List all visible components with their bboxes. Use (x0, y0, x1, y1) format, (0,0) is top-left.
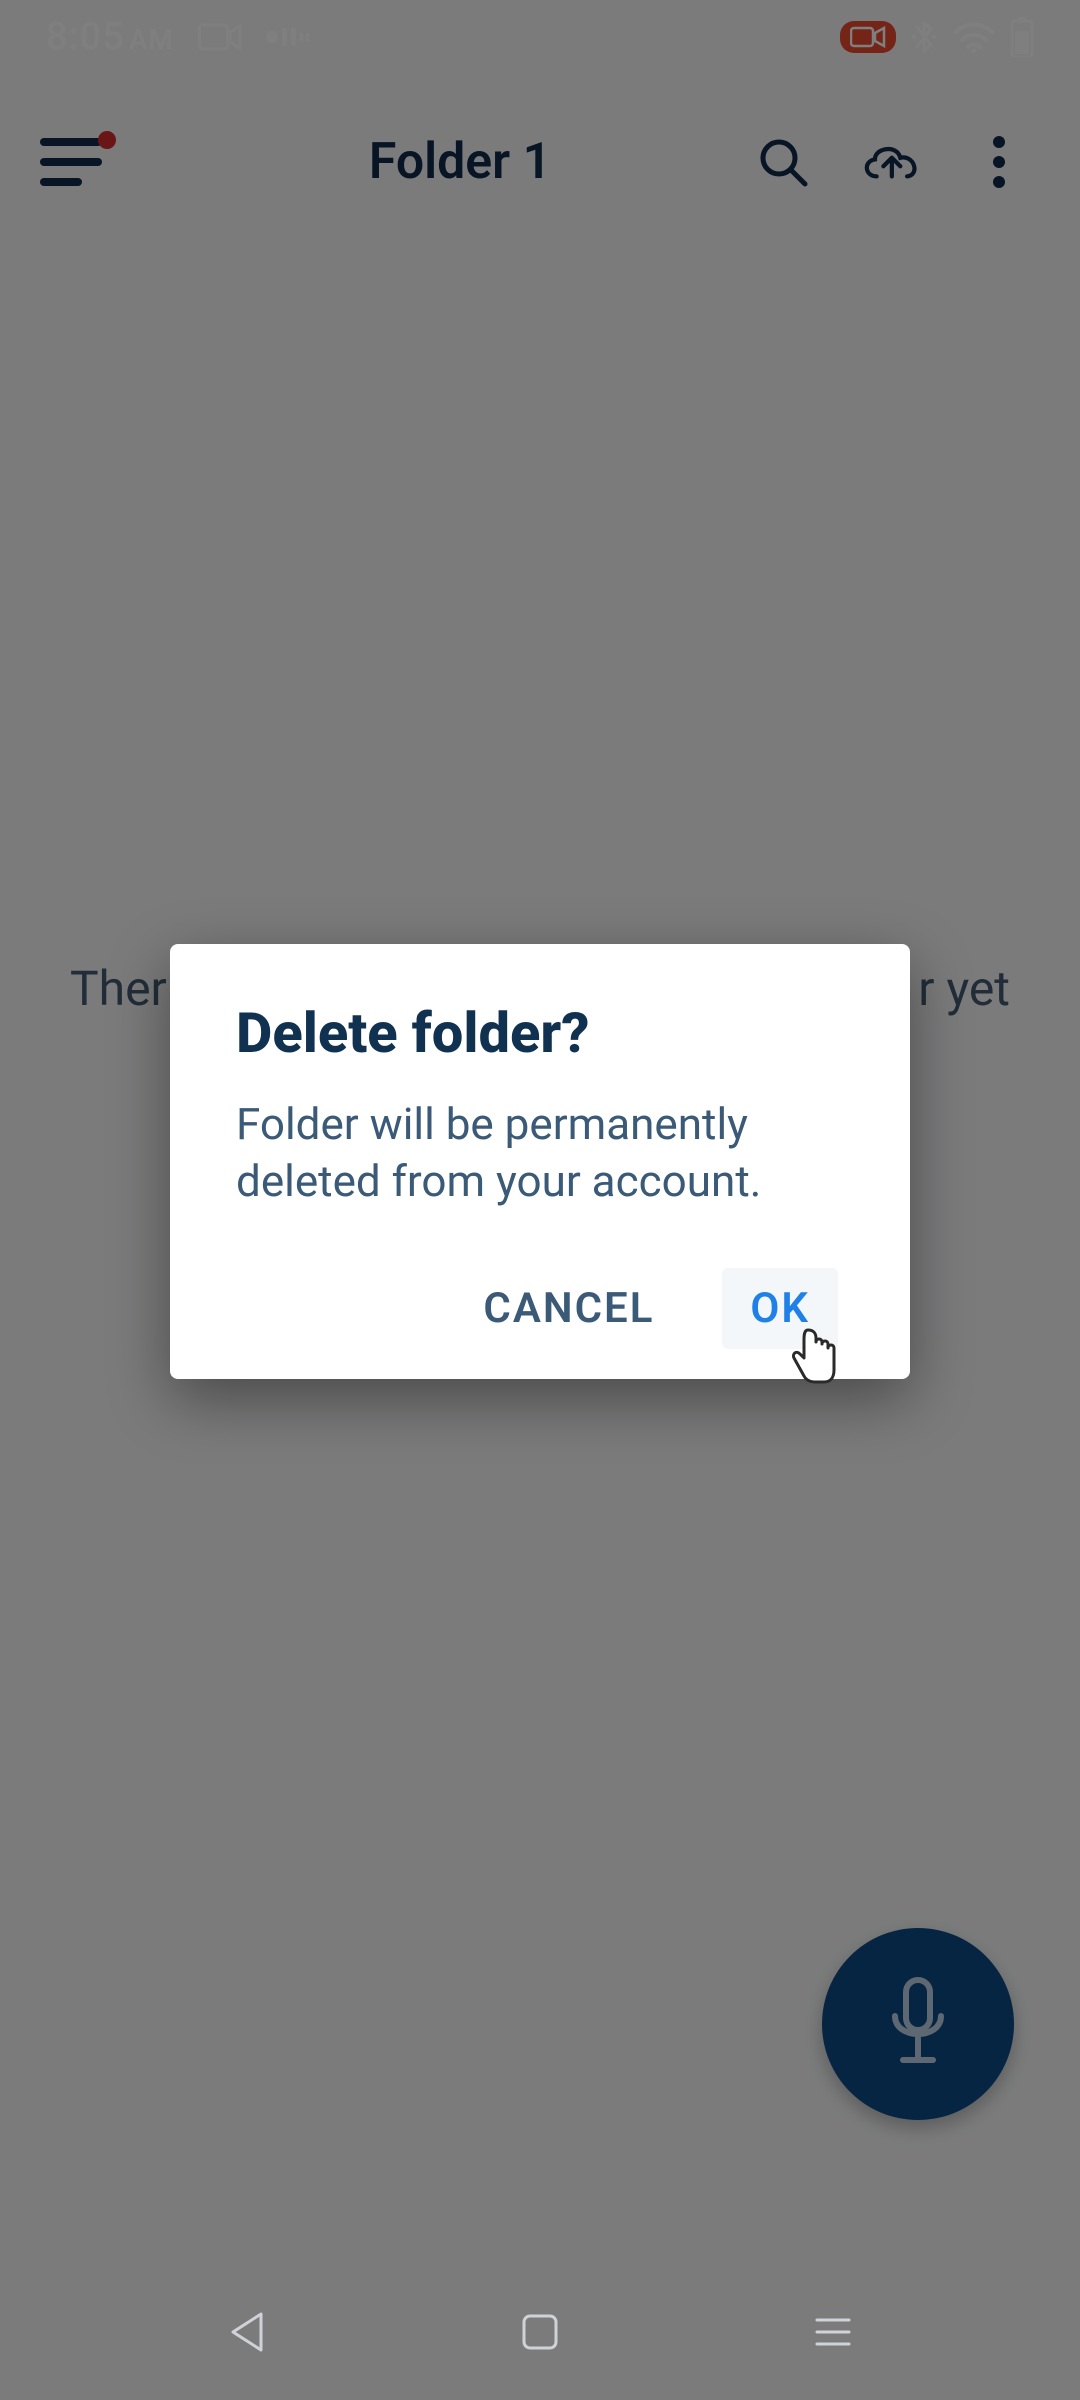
delete-folder-dialog: Delete folder? Folder will be permanentl… (170, 944, 910, 1379)
dialog-body: Folder will be permanently deleted from … (236, 1096, 844, 1210)
dialog-actions: CANCEL OK (236, 1268, 844, 1349)
recent-icon (813, 2315, 853, 2349)
cancel-button[interactable]: CANCEL (473, 1268, 664, 1349)
nav-home-button[interactable] (508, 2300, 572, 2364)
nav-back-button[interactable] (215, 2300, 279, 2364)
modal-scrim[interactable]: Delete folder? Folder will be permanentl… (0, 0, 1080, 2400)
dialog-title: Delete folder? (236, 1000, 844, 1066)
ok-button[interactable]: OK (722, 1268, 838, 1349)
triangle-back-icon (227, 2310, 267, 2354)
nav-recent-button[interactable] (801, 2300, 865, 2364)
square-home-icon (520, 2312, 560, 2352)
nav-bar (0, 2264, 1080, 2400)
